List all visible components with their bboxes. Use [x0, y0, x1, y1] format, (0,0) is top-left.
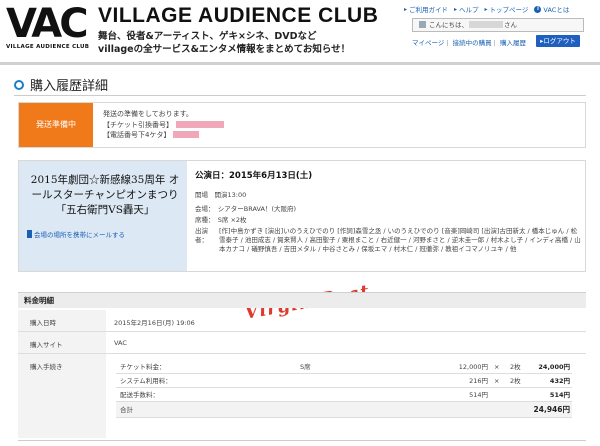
- event-details: 2015年劇団☆新感線35周年 オールスターチャンピオンまつり「五右衛門VS轟天…: [18, 160, 586, 272]
- cast-list: 出演者： [作]中島かずき [演出]いのうえひでのり [作詞]森雪之丞 / いの…: [195, 227, 581, 253]
- status-badge: 発送準備中: [19, 103, 93, 147]
- logo-mark: VAC: [6, 1, 89, 47]
- info-icon: i: [534, 5, 542, 13]
- event-name: 2015年劇団☆新感線35周年 オールスターチャンピオンまつり「五右衛門VS轟天…: [30, 174, 180, 216]
- fee-table: チケット料金： S席 12,000円 × 2枚 24,000円 システム利用料：…: [116, 360, 572, 418]
- mypage-link[interactable]: マイページ: [412, 39, 444, 47]
- arrow-icon: ▸: [404, 5, 408, 13]
- purchase-site-row: 購入サイト VAC: [18, 332, 586, 354]
- total-row: 合計 24,946円: [116, 402, 572, 418]
- top-links: ▸ ご利用ガイド ▸ ヘルプ ▸ トップページ i VACとは: [404, 4, 569, 14]
- tagline-line-2: villageの全サービス&エンタメ情報をまとめてお知らせ！: [98, 44, 351, 55]
- logo-subtitle: VILLAGE AUDIENCE CLUB: [6, 44, 90, 50]
- title-divider: [14, 95, 586, 96]
- status-details: 発送の準備をしております。 【チケット引換番号】 【電話番号下4ケタ】: [103, 109, 224, 141]
- performance-date: 公演日：2015年6月13日(土): [195, 171, 313, 181]
- purchase-site-value: VAC: [114, 339, 127, 347]
- header-divider: [0, 62, 600, 65]
- arrow-icon: ▸: [454, 5, 458, 13]
- status-message: 発送の準備をしております。: [103, 110, 193, 118]
- logout-button[interactable]: ▸ログアウト: [536, 35, 580, 47]
- page-title: 購入履歴詳細: [14, 75, 108, 94]
- table-row: 配送手数料： 514円 514円: [116, 388, 572, 402]
- phone-icon: [27, 230, 32, 238]
- site-title: VILLAGE AUDIENCE CLUB: [98, 4, 379, 27]
- event-summary: 2015年劇団☆新感線35周年 オールスターチャンピオンまつり「五右衛門VS轟天…: [19, 161, 187, 271]
- purchase-date-row: 購入日時 2015年2月16日(月) 19:06: [18, 310, 586, 332]
- site-header: VAC VILLAGE AUDIENCE CLUB VILLAGE AUDIEN…: [0, 0, 600, 60]
- connected-link[interactable]: 接続中の購買: [453, 39, 492, 47]
- table-row: システム利用料： 216円 × 2枚 432円: [116, 374, 572, 388]
- about-vac-link[interactable]: i VACとは: [534, 4, 569, 14]
- seat-type: 席種： S席 ×2枚: [195, 216, 247, 224]
- purchase-history-link[interactable]: 購入履歴: [500, 39, 526, 47]
- account-links: マイページ | 接続中の購買 | 購入履歴: [412, 39, 526, 47]
- shipping-status: 発送準備中 発送の準備をしております。 【チケット引換番号】 【電話番号下4ケタ…: [18, 102, 586, 148]
- user-icon: [419, 21, 426, 28]
- arrow-icon: ▸: [484, 5, 488, 13]
- open-time: 開場 開演13:00: [195, 191, 247, 199]
- total-amount: 24,946円: [533, 405, 570, 414]
- top-page-link[interactable]: ▸ トップページ: [484, 4, 529, 15]
- total-label: 合計: [120, 406, 133, 414]
- send-venue-mail-link[interactable]: 会場の場所を携帯にメールする: [27, 229, 125, 239]
- table-row: チケット料金： S席 12,000円 × 2枚 24,000円: [116, 360, 572, 374]
- masked-phone-digits: [173, 131, 200, 138]
- ticket-number: 【チケット引換番号】: [103, 120, 224, 131]
- tagline-line-1: 舞台、役者&アーティスト、ゲキ×シネ、DVDなど: [98, 31, 317, 42]
- purchase-date-value: 2015年2月16日(月) 19:06: [114, 319, 195, 327]
- fee-section-title: 料金明細: [18, 292, 586, 308]
- venue: 会場： シアターBRAVA！(大阪府): [195, 205, 297, 213]
- tagline: 舞台、役者&アーティスト、ゲキ×シネ、DVDなど villageの全サービス&エ…: [98, 30, 350, 56]
- circle-bullet-icon: [14, 79, 24, 90]
- purchase-site-label: 購入サイト: [18, 332, 106, 353]
- help-link[interactable]: ▸ ヘルプ: [454, 4, 479, 15]
- masked-ticket-number: [176, 120, 224, 128]
- vac-logo[interactable]: VAC VILLAGE AUDIENCE CLUB: [6, 4, 90, 54]
- purchase-method-label: 購入手続き: [18, 354, 106, 438]
- masked-username: [469, 21, 503, 28]
- bottom-divider: [18, 440, 586, 441]
- phone-digits: 【電話番号下4ケタ】: [103, 130, 224, 141]
- user-greeting: こんにちは、 さん: [412, 18, 584, 32]
- guide-link[interactable]: ▸ ご利用ガイド: [404, 4, 448, 15]
- purchase-date-label: 購入日時: [18, 310, 106, 331]
